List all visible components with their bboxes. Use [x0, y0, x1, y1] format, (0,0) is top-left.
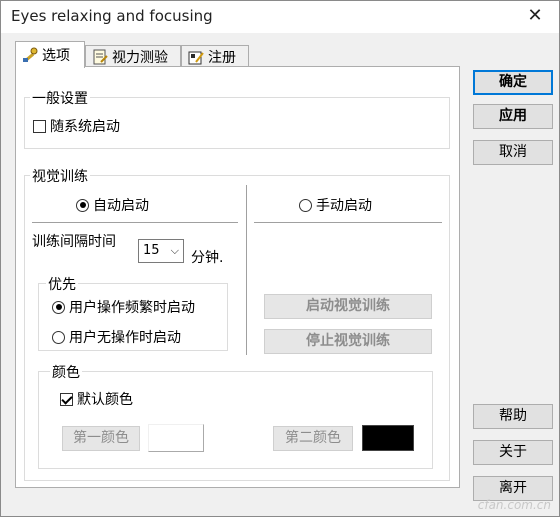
main-window: Eyes relaxing and focusing ✕ 选项 视力测验 注册 … [0, 0, 560, 517]
divider-left [32, 222, 238, 223]
auto-start-radio[interactable]: 自动启动 [76, 195, 149, 215]
apply-button[interactable]: 应用 [473, 104, 553, 129]
about-button[interactable]: 关于 [473, 440, 553, 465]
first-color-swatch [148, 424, 204, 452]
title-bar[interactable]: Eyes relaxing and focusing ✕ [1, 1, 559, 33]
register-icon [188, 49, 204, 65]
window-title: Eyes relaxing and focusing [11, 7, 213, 25]
tab-register[interactable]: 注册 [181, 45, 249, 67]
tab-vision-test[interactable]: 视力测验 [85, 45, 181, 67]
document-icon [92, 49, 108, 65]
watermark: cfan.com.cn [477, 498, 551, 512]
general-settings-legend: 一般设置 [30, 88, 90, 108]
priority-option-2-dot[interactable] [52, 330, 65, 344]
auto-start-radio-dot[interactable] [76, 198, 89, 212]
color-group [38, 371, 433, 469]
tab-label-options: 选项 [42, 48, 70, 64]
vertical-divider [246, 185, 247, 355]
divider-right [254, 222, 442, 223]
second-color-swatch [362, 425, 414, 451]
tab-label-vision-test: 视力测验 [112, 49, 168, 66]
manual-start-radio-dot[interactable] [299, 198, 312, 212]
priority-legend: 优先 [46, 274, 78, 294]
priority-option-1-label: 用户操作频繁时启动 [69, 300, 195, 316]
wrench-icon [22, 47, 38, 63]
autostart-check[interactable] [33, 119, 46, 133]
start-training-button[interactable]: 启动视觉训练 [264, 294, 432, 319]
priority-option-2-label: 用户无操作时启动 [69, 330, 181, 346]
visual-training-legend: 视觉训练 [30, 166, 90, 186]
help-button[interactable]: 帮助 [473, 404, 553, 429]
tab-options[interactable]: 选项 [15, 41, 85, 68]
priority-option-1-dot[interactable] [52, 300, 65, 314]
tab-label-register: 注册 [208, 49, 236, 66]
chevron-down-icon: ⌵ [170, 244, 179, 257]
auto-start-label: 自动启动 [93, 198, 149, 214]
interval-value: 15 [143, 243, 160, 258]
priority-option-1[interactable]: 用户操作频繁时启动 [52, 297, 195, 317]
interval-unit: 分钟. [191, 250, 224, 266]
default-color-check[interactable] [60, 392, 73, 406]
interval-label: 训练间隔时间 [32, 234, 116, 250]
default-color-label: 默认颜色 [77, 392, 133, 408]
options-panel: 一般设置 随系统启动 视觉训练 自动启动 手动启动 训练间隔时间 15 ⌵ 分钟… [15, 66, 460, 488]
cancel-button[interactable]: 取消 [473, 140, 553, 165]
stop-training-button[interactable]: 停止视觉训练 [264, 329, 432, 354]
first-color-button[interactable]: 第一颜色 [62, 426, 140, 451]
priority-option-2[interactable]: 用户无操作时启动 [52, 327, 181, 347]
autostart-checkbox[interactable]: 随系统启动 [33, 116, 120, 136]
autostart-label: 随系统启动 [50, 119, 120, 135]
color-legend: 颜色 [50, 362, 82, 382]
default-color-checkbox[interactable]: 默认颜色 [60, 389, 133, 409]
interval-select[interactable]: 15 ⌵ [138, 239, 184, 263]
manual-start-label: 手动启动 [316, 198, 372, 214]
manual-start-radio[interactable]: 手动启动 [299, 195, 372, 215]
second-color-button[interactable]: 第二颜色 [273, 426, 353, 451]
ok-button[interactable]: 确定 [473, 70, 553, 95]
close-icon[interactable]: ✕ [525, 5, 545, 27]
